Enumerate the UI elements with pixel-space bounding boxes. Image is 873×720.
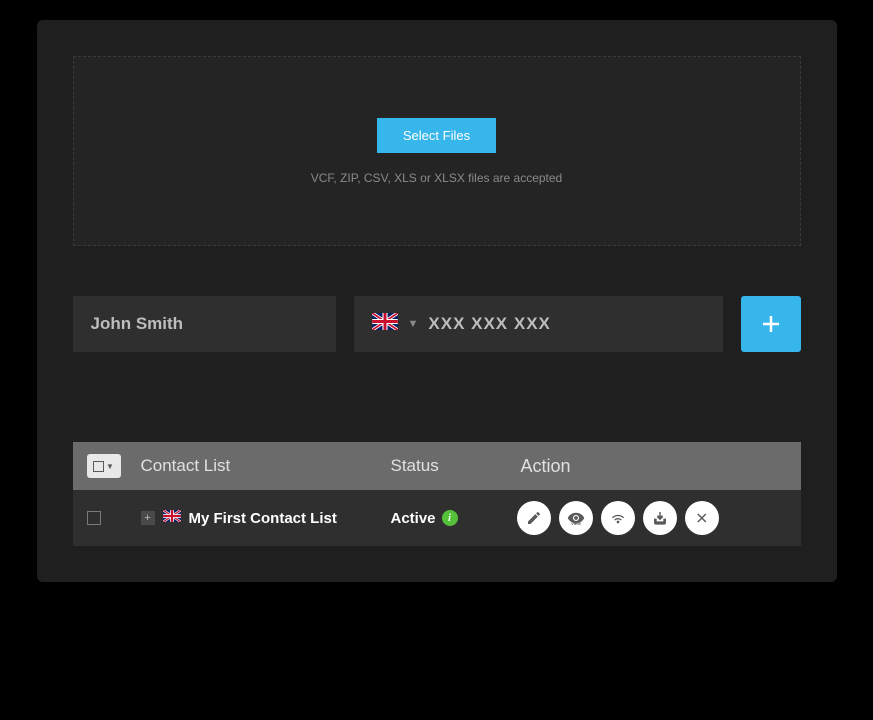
status-text: Active bbox=[391, 510, 436, 527]
expand-row-button[interactable]: + bbox=[141, 511, 155, 525]
svg-text:VIEW: VIEW bbox=[571, 522, 581, 526]
column-header-status: Status bbox=[391, 456, 511, 476]
main-panel: Select Files VCF, ZIP, CSV, XLS or XLSX … bbox=[37, 20, 837, 582]
broadcast-button[interactable] bbox=[601, 501, 635, 535]
file-upload-dropzone[interactable]: Select Files VCF, ZIP, CSV, XLS or XLSX … bbox=[73, 56, 801, 246]
download-icon bbox=[652, 510, 668, 526]
status-info-icon[interactable]: i bbox=[442, 510, 458, 526]
phone-placeholder-text: XXX XXX XXX bbox=[428, 314, 551, 334]
table-header: ▼ Contact List Status Action bbox=[73, 442, 801, 490]
row-name-cell: + My First Contact List bbox=[141, 509, 391, 527]
chevron-down-icon: ▼ bbox=[106, 462, 114, 471]
name-input[interactable] bbox=[73, 296, 336, 352]
plus-icon bbox=[759, 312, 783, 336]
phone-input[interactable]: ▼ XXX XXX XXX bbox=[354, 296, 723, 352]
row-actions: VIEW bbox=[511, 501, 787, 535]
pencil-icon bbox=[526, 510, 542, 526]
contact-list-name[interactable]: My First Contact List bbox=[189, 510, 337, 527]
table-row: + My First Contact List Active i bbox=[73, 490, 801, 546]
row-checkbox[interactable] bbox=[87, 511, 101, 525]
wifi-icon bbox=[610, 510, 626, 526]
uk-flag-icon bbox=[372, 313, 398, 335]
delete-button[interactable] bbox=[685, 501, 719, 535]
edit-button[interactable] bbox=[517, 501, 551, 535]
uk-flag-icon bbox=[163, 509, 181, 527]
checkbox-icon bbox=[93, 461, 104, 472]
download-button[interactable] bbox=[643, 501, 677, 535]
upload-hint-text: VCF, ZIP, CSV, XLS or XLSX files are acc… bbox=[311, 171, 562, 185]
view-button[interactable]: VIEW bbox=[559, 501, 593, 535]
close-icon bbox=[695, 511, 709, 525]
column-header-action: Action bbox=[511, 456, 787, 477]
eye-icon: VIEW bbox=[567, 509, 585, 527]
chevron-down-icon[interactable]: ▼ bbox=[408, 318, 419, 330]
select-all-dropdown[interactable]: ▼ bbox=[87, 454, 121, 478]
column-header-list: Contact List bbox=[141, 456, 391, 476]
row-status-cell: Active i bbox=[391, 510, 511, 527]
contact-input-row: ▼ XXX XXX XXX bbox=[73, 296, 801, 352]
select-files-button[interactable]: Select Files bbox=[377, 118, 496, 153]
contact-list-table: ▼ Contact List Status Action + bbox=[73, 442, 801, 546]
add-contact-button[interactable] bbox=[741, 296, 801, 352]
